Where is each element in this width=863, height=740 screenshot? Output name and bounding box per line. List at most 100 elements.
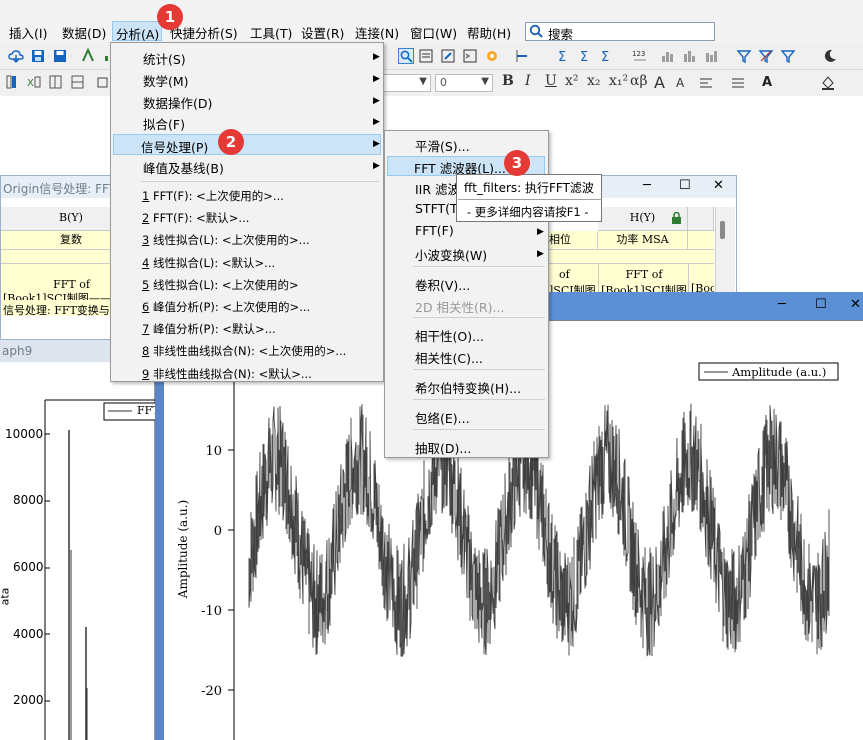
bold-button[interactable]: B: [502, 73, 514, 89]
zoom-tool-icon[interactable]: [398, 48, 414, 64]
menu-window[interactable]: 窗口(W): [410, 23, 457, 42]
tooltip-line-2: - 更多详细内容请按F1 -: [467, 205, 589, 219]
longname-h[interactable]: 功率 MSA: [598, 231, 688, 250]
menu-tools[interactable]: 工具(T): [250, 23, 292, 42]
close-icon[interactable]: ✕: [713, 178, 724, 193]
recent-analysis-item[interactable]: 8 非线性曲线拟合(N): <上次使用的>...: [142, 343, 346, 359]
analysis-menu-item[interactable]: 峰值及基线(B): [114, 156, 382, 177]
close-icon[interactable]: ✕: [850, 297, 861, 312]
recent-item-label: 峰值分析(P): <上次使用的>...: [149, 300, 311, 314]
add-layer-icon[interactable]: [514, 48, 530, 64]
underline-button[interactable]: U: [545, 73, 557, 89]
menu-settings[interactable]: 设置(R): [301, 23, 344, 42]
left-graph-plot: [44, 399, 155, 740]
menu-insert[interactable]: 插入(I): [9, 23, 47, 42]
signal-menu-item[interactable]: 包络(E)...: [388, 407, 546, 427]
subscript-button[interactable]: x₂: [587, 73, 601, 89]
decrease-font-button[interactable]: A: [676, 76, 684, 90]
add-column-icon[interactable]: [48, 74, 64, 90]
analysis-menu-item[interactable]: 数学(M): [114, 69, 382, 90]
recent-analysis-item[interactable]: 7 峰值分析(P): <默认>...: [142, 321, 276, 337]
minimize-icon[interactable]: ─: [643, 178, 651, 193]
numeric-format-icon[interactable]: 123: [632, 48, 648, 64]
save-icon[interactable]: [30, 48, 46, 64]
signal-menu-item[interactable]: 抽取(D)...: [388, 437, 546, 457]
add-row-icon[interactable]: [70, 74, 86, 90]
column-icon[interactable]: [4, 74, 20, 90]
signal-menu-item[interactable]: 卷积(V)...: [388, 274, 546, 294]
scrollbar-thumb[interactable]: [720, 221, 725, 239]
bar-chart-icon[interactable]: [660, 48, 676, 64]
notes-icon[interactable]: [440, 48, 456, 64]
recalculate-icon[interactable]: [80, 47, 96, 64]
y-tick-label: -20: [201, 684, 222, 699]
menu-connect[interactable]: 连接(N): [355, 23, 399, 42]
comment-h-line1: FFT of: [625, 268, 663, 281]
font-color-icon[interactable]: A: [760, 74, 776, 90]
signal-menu-item[interactable]: 相干性(O)...: [388, 325, 546, 345]
left-graph-window[interactable]: aph9 10000 8000 6000 4000 2000 ata FFT: [0, 340, 160, 740]
script-window-icon[interactable]: [462, 48, 478, 64]
list-icon[interactable]: [730, 75, 746, 91]
sum-row-icon[interactable]: Σ: [578, 48, 594, 65]
signal-menu-item[interactable]: 希尔伯特变换(H)...: [388, 377, 546, 397]
recent-analysis-item[interactable]: 5 线性拟合(L): <上次使用的>: [142, 277, 299, 293]
recent-analysis-item[interactable]: 2 FFT(F): <默认>...: [142, 210, 249, 226]
chevron-down-icon: ▼: [481, 76, 489, 87]
recent-analysis-item[interactable]: 6 峰值分析(P): <上次使用的>...: [142, 299, 310, 315]
svg-text:X: X: [27, 78, 34, 89]
signal-menu-item[interactable]: 2D 相关性(R)...: [388, 296, 546, 316]
search-box[interactable]: 搜索: [525, 22, 715, 42]
sum-column-icon[interactable]: Σ: [556, 48, 572, 65]
analysis-menu-item[interactable]: 拟合(F): [114, 112, 382, 133]
italic-button[interactable]: I: [525, 73, 531, 89]
font-size-select[interactable]: 0 ▼: [435, 74, 493, 92]
menu-help[interactable]: 帮助(H): [467, 23, 511, 42]
recent-analysis-item[interactable]: 9 非线性曲线拟合(N): <默认>...: [142, 366, 312, 382]
minimize-icon[interactable]: ─: [778, 297, 786, 312]
font-select[interactable]: ▼: [383, 74, 431, 92]
remove-filter-icon[interactable]: [758, 48, 774, 64]
menu-bar: 插入(I) 数据(D) 分析(A) 快捷分析(S) 工具(T) 设置(R) 连接…: [0, 20, 863, 42]
font-size-value: 0: [440, 76, 447, 89]
menu-data[interactable]: 数据(D): [62, 23, 106, 42]
longname-i[interactable]: [688, 231, 714, 250]
recent-analysis-item[interactable]: 4 线性拟合(L): <默认>...: [142, 255, 275, 271]
reapply-filter-icon[interactable]: [780, 48, 796, 64]
dark-mode-icon[interactable]: [822, 48, 838, 64]
align-icon[interactable]: [698, 75, 714, 91]
submenu-arrow-icon: ▶: [373, 117, 380, 127]
text-tool-icon[interactable]: [418, 48, 434, 64]
recent-analysis-item[interactable]: 3 线性拟合(L): <上次使用的>...: [142, 232, 310, 248]
stacked-chart-icon[interactable]: [704, 48, 720, 64]
recent-analysis-item[interactable]: 1 FFT(F): <上次使用的>...: [142, 188, 284, 204]
analysis-menu-item[interactable]: 统计(S): [114, 47, 382, 68]
fill-color-icon[interactable]: [820, 74, 836, 90]
column-header-i[interactable]: [688, 207, 714, 231]
maximize-icon[interactable]: ☐: [815, 297, 827, 312]
menu-analysis[interactable]: 分析(A): [112, 21, 163, 42]
step-badge-2: 2: [218, 129, 244, 155]
set-xy-icon[interactable]: X: [26, 74, 42, 90]
svg-text:Σ: Σ: [558, 50, 566, 64]
longname-g[interactable]: 相位: [549, 231, 598, 250]
menu-quick-analysis[interactable]: 快捷分析(S): [170, 23, 238, 42]
statistics-icon[interactable]: Σ: [600, 48, 616, 65]
supersubscript-button[interactable]: x₁²: [609, 73, 628, 89]
maximize-icon[interactable]: ☐: [679, 178, 691, 193]
filter-icon[interactable]: [736, 48, 752, 64]
open-cloud-icon[interactable]: [8, 48, 24, 64]
analysis-menu-item[interactable]: 数据操作(D): [114, 91, 382, 112]
superscript-button[interactable]: x²: [565, 73, 579, 89]
save-template-icon[interactable]: [52, 48, 68, 64]
column-chart-icon[interactable]: [682, 48, 698, 64]
signal-menu-item[interactable]: FFT(F): [388, 222, 546, 242]
increase-font-button[interactable]: A: [654, 73, 665, 92]
submenu-arrow-icon: ▶: [373, 139, 380, 149]
signal-menu-item[interactable]: 相关性(C)...: [388, 347, 546, 367]
signal-menu-item[interactable]: 小波变换(W): [388, 244, 546, 264]
greek-button[interactable]: αβ: [630, 73, 648, 89]
settings-gear-icon[interactable]: [484, 48, 500, 64]
y-tick-label: 10: [205, 444, 222, 459]
analysis-menu-item[interactable]: 信号处理(P): [113, 134, 381, 155]
